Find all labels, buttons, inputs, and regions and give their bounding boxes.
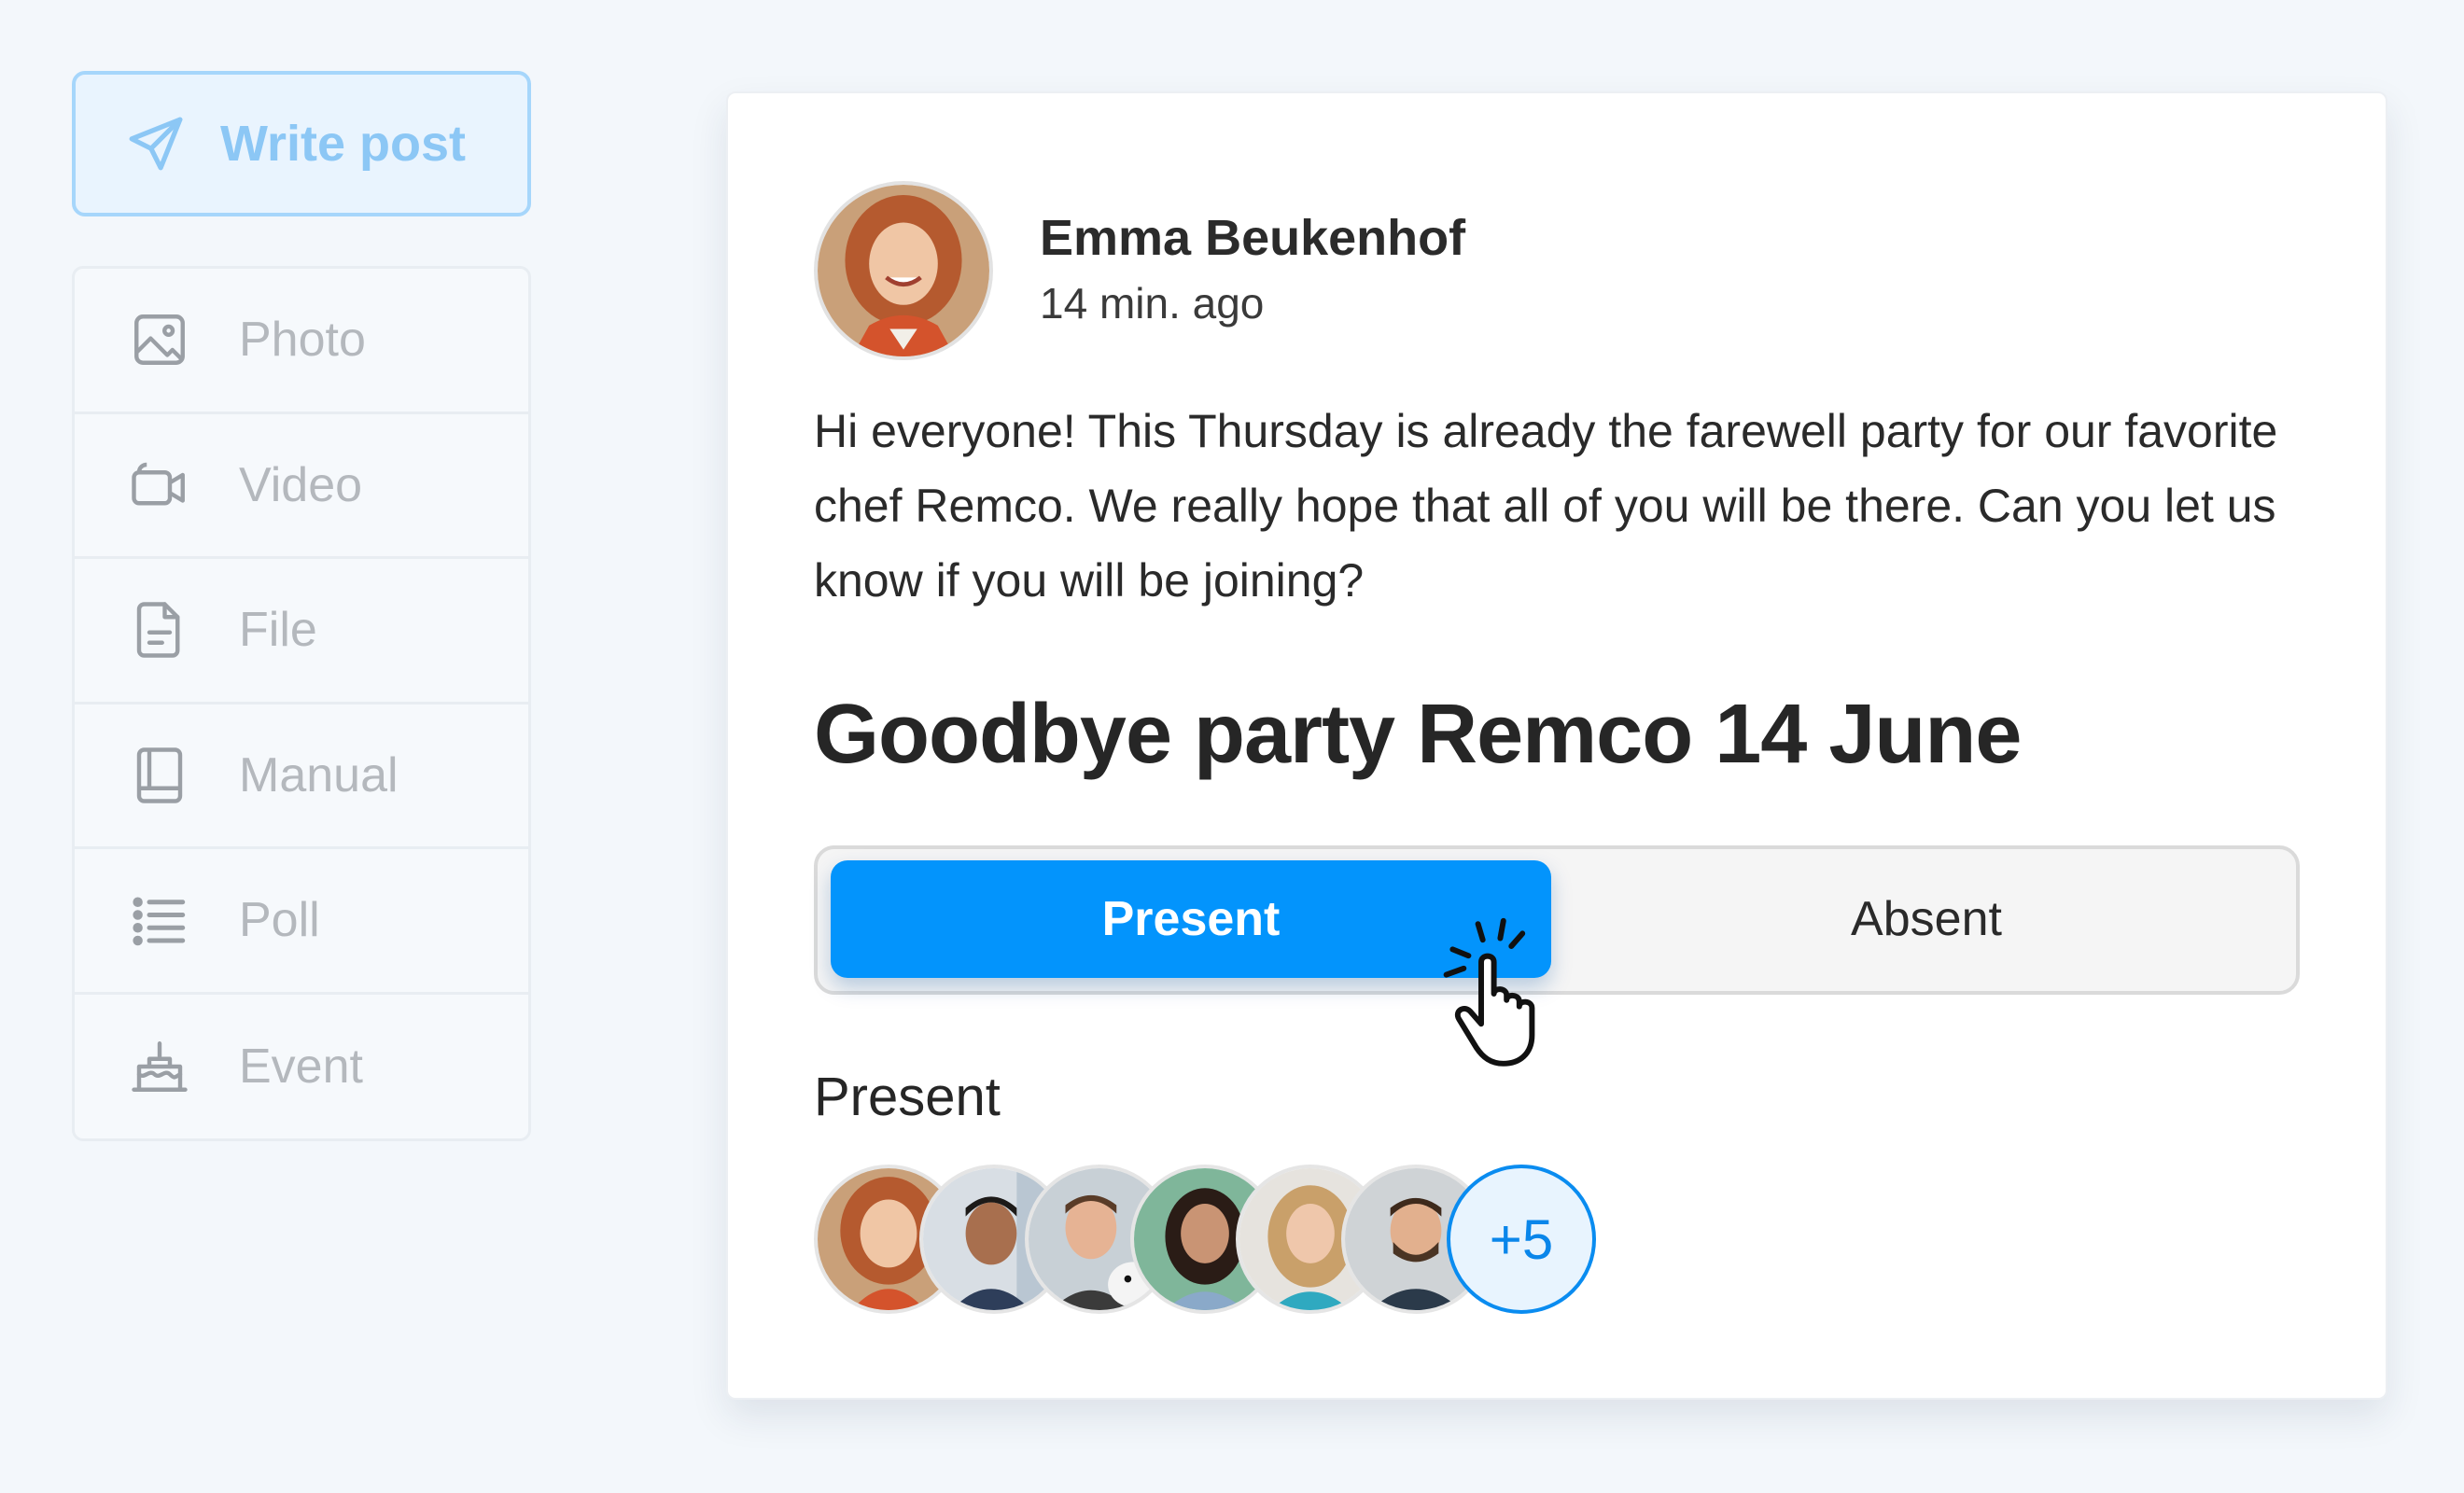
attendee-avatars: +5 bbox=[814, 1165, 1654, 1314]
menu-item-manual[interactable]: Manual bbox=[75, 705, 528, 849]
menu-item-label: Video bbox=[239, 457, 363, 512]
hand-cursor-icon bbox=[1443, 917, 1535, 1067]
attendees-heading: Present bbox=[814, 1067, 1001, 1127]
post-type-menu: Photo Video File Manual Poll Event bbox=[72, 266, 531, 1141]
menu-item-file[interactable]: File bbox=[75, 559, 528, 705]
write-post-button[interactable]: Write post bbox=[72, 71, 531, 216]
post-timestamp: 14 min. ago bbox=[1040, 279, 1265, 328]
file-icon bbox=[129, 599, 190, 661]
photo-icon bbox=[129, 309, 190, 370]
menu-item-photo[interactable]: Photo bbox=[75, 269, 528, 414]
author-avatar[interactable] bbox=[814, 181, 993, 360]
menu-item-label: Manual bbox=[239, 747, 399, 802]
absent-button[interactable]: Absent bbox=[1564, 860, 2289, 978]
list-icon bbox=[129, 889, 190, 951]
write-post-label: Write post bbox=[220, 116, 467, 172]
menu-item-label: Poll bbox=[239, 893, 320, 948]
author-name[interactable]: Emma Beukenhof bbox=[1040, 209, 1465, 267]
send-icon bbox=[127, 115, 185, 173]
more-attendees-badge[interactable]: +5 bbox=[1447, 1165, 1596, 1314]
event-title: Goodbye party Remco 14 June bbox=[814, 688, 2022, 781]
post-body: Hi everyone! This Thursday is already th… bbox=[814, 405, 2278, 607]
menu-item-label: File bbox=[239, 603, 317, 658]
post-card: Emma Beukenhof 14 min. ago Hi everyone! … bbox=[726, 91, 2387, 1400]
menu-item-event[interactable]: Event bbox=[75, 995, 528, 1140]
menu-item-label: Photo bbox=[239, 313, 366, 368]
menu-item-video[interactable]: Video bbox=[75, 414, 528, 559]
menu-item-poll[interactable]: Poll bbox=[75, 849, 528, 995]
menu-item-label: Event bbox=[239, 1040, 363, 1095]
book-icon bbox=[129, 745, 190, 806]
video-icon bbox=[129, 454, 190, 516]
cake-icon bbox=[129, 1036, 190, 1097]
